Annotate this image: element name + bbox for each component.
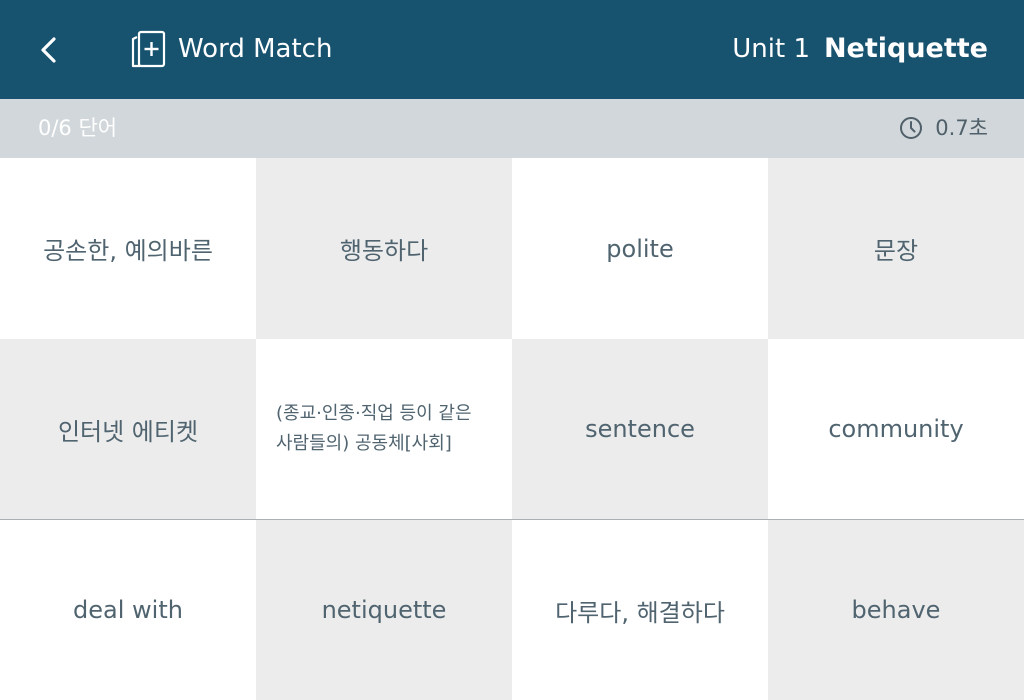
word-card[interactable]: 공손한, 예의바른	[0, 158, 256, 339]
card-text: behave	[851, 596, 941, 624]
card-text: 행동하다	[339, 237, 429, 265]
topic-title: Netiquette	[823, 33, 988, 64]
card-text: netiquette	[321, 596, 447, 624]
card-text: polite	[606, 234, 674, 263]
word-card[interactable]: netiquette	[256, 520, 512, 700]
word-card[interactable]: polite	[512, 158, 768, 339]
card-text: 공손한, 예의바른	[43, 237, 213, 265]
back-button[interactable]	[30, 30, 70, 70]
word-card[interactable]: community	[768, 339, 1024, 519]
timer-value: 0.7초	[935, 116, 988, 140]
word-card-grid: 공손한, 예의바른 행동하다 polite 문장 인터넷 에티켓 (종교·인종·…	[0, 158, 1024, 700]
word-card[interactable]: (종교·인종·직업 등이 같은 사람들의) 공동체[사회]	[256, 339, 512, 519]
clock-icon	[900, 117, 923, 139]
unit-label: Unit 1	[732, 34, 810, 64]
word-card[interactable]: 다루다, 해결하다	[512, 520, 768, 700]
word-card[interactable]: sentence	[512, 339, 768, 519]
timer: 0.7초	[899, 113, 988, 143]
word-card[interactable]: 행동하다	[256, 158, 512, 339]
app-header: Word Match Unit 1 Netiquette	[0, 0, 1024, 99]
card-text: deal with	[73, 596, 183, 624]
progress-counter: 0/6 단어	[38, 116, 118, 140]
status-bar: 0/6 단어 0.7초	[0, 99, 1024, 158]
card-text: 문장	[873, 237, 919, 265]
app-title: Word Match	[178, 34, 333, 64]
card-text: (종교·인종·직업 등이 같은 사람들의) 공동체[사회]	[276, 403, 472, 454]
card-text: 인터넷 에티켓	[57, 417, 199, 446]
card-text: sentence	[585, 415, 695, 443]
card-text: community	[828, 415, 964, 443]
chevron-left-icon	[41, 37, 56, 63]
word-card[interactable]: 인터넷 에티켓	[0, 339, 256, 519]
card-text: 다루다, 해결하다	[555, 598, 725, 627]
word-card[interactable]: 문장	[768, 158, 1024, 339]
add-card-icon	[130, 29, 168, 69]
word-card[interactable]: deal with	[0, 520, 256, 700]
word-card[interactable]: behave	[768, 520, 1024, 700]
